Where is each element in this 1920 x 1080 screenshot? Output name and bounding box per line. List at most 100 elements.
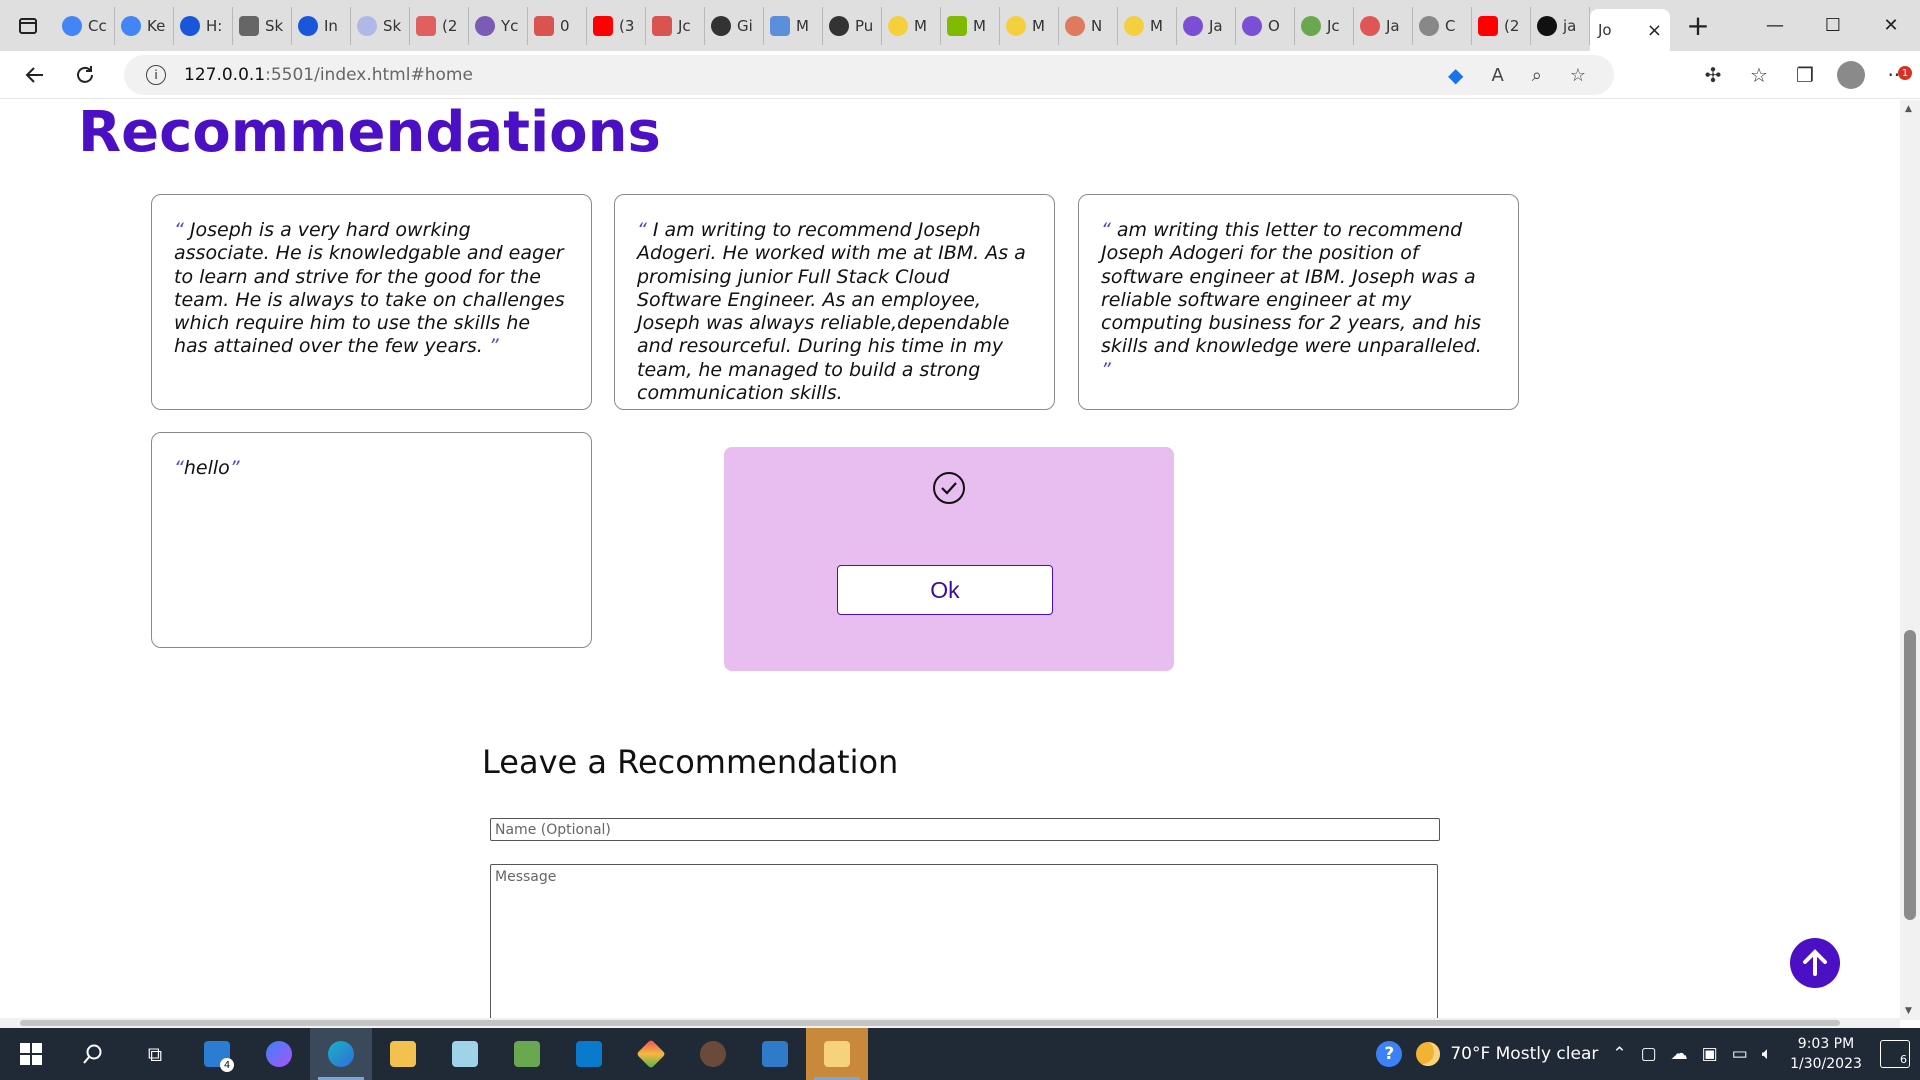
meet-now-icon[interactable]: ▢ — [1641, 1044, 1657, 1064]
maximize-button[interactable]: ☐ — [1804, 0, 1862, 51]
collections-icon[interactable]: ❐ — [1782, 51, 1828, 99]
edge-app[interactable] — [310, 1028, 372, 1080]
notepad-app[interactable] — [434, 1028, 496, 1080]
settings-app[interactable] — [682, 1028, 744, 1080]
read-aloud-icon[interactable]: A — [1491, 65, 1503, 86]
notepad-icon — [452, 1041, 478, 1067]
browser-tab[interactable]: O — [1236, 6, 1295, 45]
browser-tab[interactable]: Sk — [233, 6, 292, 45]
minimize-button[interactable]: — — [1746, 0, 1804, 51]
vertical-scrollbar[interactable]: ▲ ▼ — [1900, 100, 1920, 1020]
extensions-icon[interactable]: ✣ — [1690, 51, 1736, 99]
browser-tab-label: (3 — [619, 16, 635, 35]
browser-tab[interactable]: M — [764, 6, 823, 45]
scroll-up-icon[interactable]: ▲ — [1905, 104, 1912, 114]
recommendation-card: “hello” — [151, 432, 592, 648]
navigation-bar: i 127.0.0.1:5501/index.html#home ◆ A ⌕ ☆… — [0, 51, 1920, 99]
task-view-button[interactable]: ⧉ — [124, 1028, 186, 1080]
tab-actions-button[interactable] — [0, 0, 56, 51]
youtube-icon — [1478, 15, 1498, 36]
image-app[interactable] — [496, 1028, 558, 1080]
copilot-app[interactable] — [248, 1028, 310, 1080]
message-textarea[interactable] — [490, 864, 1438, 1020]
browser-tab[interactable]: Yc — [469, 6, 528, 45]
browser-tab[interactable]: ja — [1531, 6, 1590, 45]
browser-tab[interactable]: M — [1000, 6, 1059, 45]
browser-tab-label: In — [324, 16, 338, 35]
horizontal-scroll-thumb[interactable] — [20, 1020, 1840, 1026]
browser-tab[interactable]: (2 — [410, 6, 469, 45]
battery-icon[interactable]: ▭ — [1732, 1044, 1748, 1064]
favorites-icon[interactable]: ☆ — [1736, 51, 1782, 99]
browser-tab[interactable]: M — [941, 6, 1000, 45]
browser-tab[interactable]: M — [882, 6, 941, 45]
browser-tab[interactable]: Ja — [1177, 6, 1236, 45]
scroll-down-icon[interactable]: ▼ — [1905, 1006, 1912, 1016]
browser-tab[interactable]: Cc — [56, 6, 115, 45]
browser-tab[interactable]: (3 — [587, 6, 646, 45]
browser-tab[interactable]: Jc — [646, 6, 705, 45]
file-explorer-app[interactable] — [372, 1028, 434, 1080]
search-button[interactable] — [62, 1028, 124, 1080]
help-icon[interactable]: ? — [1376, 1041, 1403, 1067]
chevron-up-icon[interactable]: ⌃ — [1612, 1044, 1626, 1064]
browser-tab[interactable]: C — [1413, 6, 1472, 45]
photos-app[interactable] — [744, 1028, 806, 1080]
clock[interactable]: 9:03 PM 1/30/2023 — [1786, 1034, 1866, 1074]
recommendation-text: hello — [183, 457, 230, 479]
name-input[interactable] — [490, 818, 1440, 841]
google-icon — [62, 15, 82, 36]
start-button[interactable] — [0, 1028, 62, 1080]
browser-tab[interactable]: 0 — [528, 6, 587, 45]
reload-button[interactable] — [60, 51, 110, 99]
vscode-app[interactable] — [558, 1028, 620, 1080]
browser-tab[interactable]: Jc — [1295, 6, 1354, 45]
browser-tab[interactable]: H: — [174, 6, 233, 45]
address-bar[interactable]: i 127.0.0.1:5501/index.html#home ◆ A ⌕ ☆ — [124, 55, 1614, 95]
image-editor-icon — [514, 1041, 540, 1067]
browser-tab[interactable]: M — [1118, 6, 1177, 45]
tab-active-label: Jo — [1598, 21, 1612, 39]
browser-tab-label: N — [1091, 16, 1103, 35]
form-title: Leave a Recommendation — [482, 743, 899, 781]
display-icon[interactable]: ▣ — [1702, 1044, 1718, 1064]
horizontal-scrollbar[interactable] — [0, 1018, 1900, 1028]
git-app[interactable] — [620, 1028, 682, 1080]
weather-icon — [1416, 1042, 1441, 1066]
vscode-icon — [576, 1041, 602, 1067]
browser-tab[interactable]: N — [1059, 6, 1118, 45]
vertical-scroll-thumb[interactable] — [1904, 630, 1916, 920]
back-button[interactable] — [10, 51, 60, 99]
site-info-icon[interactable]: i — [146, 65, 166, 85]
browser-tab[interactable]: Ja — [1354, 6, 1413, 45]
recommendation-text: Joseph is a very hard owrking associate.… — [174, 219, 565, 358]
settings-menu-icon[interactable]: ··· — [1874, 51, 1920, 99]
notification-button[interactable]: 6 — [1880, 1040, 1910, 1068]
browser-tab[interactable]: Gi — [705, 6, 764, 45]
sticky-app[interactable] — [806, 1028, 868, 1080]
tab-active[interactable]: Jo × — [1590, 9, 1670, 51]
weather-widget[interactable]: 70°F Mostly clear — [1416, 1042, 1598, 1066]
profile-avatar[interactable] — [1837, 61, 1865, 89]
close-window-button[interactable]: ✕ — [1862, 0, 1920, 51]
volume-icon[interactable]: 🔈︎ — [1762, 1044, 1772, 1064]
onedrive-icon[interactable]: ☁ — [1671, 1044, 1688, 1064]
browser-tab[interactable]: Ke — [115, 6, 174, 45]
browser-tab-label: Jc — [678, 16, 691, 35]
browser-tab[interactable]: Sk — [351, 6, 410, 45]
photos-icon — [762, 1041, 788, 1067]
mail-app[interactable]: 4 — [186, 1028, 248, 1080]
browser-tab[interactable]: Pu — [823, 6, 882, 45]
zoom-icon[interactable]: ⌕ — [1532, 65, 1542, 86]
folder-icon — [390, 1041, 416, 1067]
coupon-tag-icon[interactable]: ◆ — [1448, 63, 1463, 87]
browser-tab-label: (2 — [1504, 16, 1520, 35]
favorite-star-icon[interactable]: ☆ — [1570, 65, 1586, 86]
scroll-to-top-button[interactable] — [1790, 938, 1840, 988]
browser-tab[interactable]: In — [292, 6, 351, 45]
microsoft-icon — [947, 15, 967, 36]
browser-tab[interactable]: (2 — [1472, 6, 1531, 45]
ok-button[interactable]: Ok — [837, 565, 1053, 615]
new-tab-button[interactable]: + — [1676, 4, 1720, 48]
close-tab-icon[interactable]: × — [1647, 20, 1662, 41]
